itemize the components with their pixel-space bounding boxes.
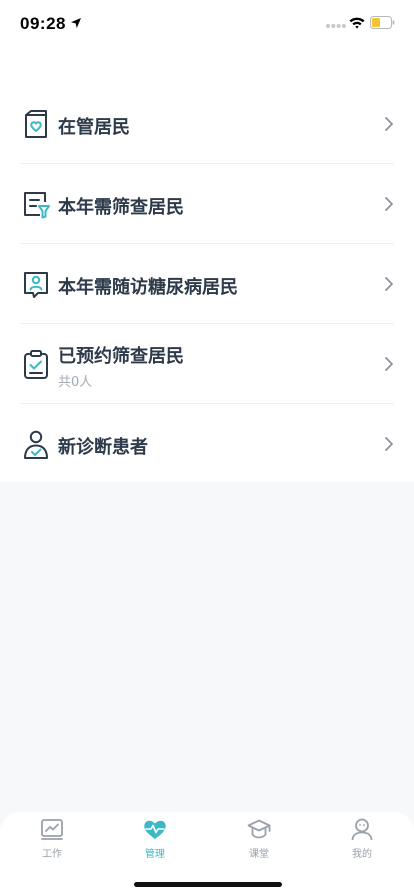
list-item-label: 已预约筛查居民 xyxy=(58,346,184,367)
resident-category-list: 在管居民 本年需筛查居民 本年需随访糖尿病居民 已预约筛查居民 共0人 新诊断患… xyxy=(0,48,414,482)
follow-up-user-icon xyxy=(24,272,48,298)
chevron-right-icon xyxy=(385,437,393,451)
list-item-screening-this-year[interactable]: 本年需筛查居民 xyxy=(20,164,394,244)
chevron-right-icon xyxy=(385,277,393,291)
user-icon xyxy=(351,818,373,840)
chart-icon xyxy=(41,819,63,840)
list-item-count: 共0人 xyxy=(58,375,93,390)
status-time: 09:28 xyxy=(20,14,66,33)
graduation-cap-icon xyxy=(247,819,271,839)
list-item-label: 在管居民 xyxy=(58,117,130,138)
tab-mine[interactable]: 我的 xyxy=(310,818,414,868)
location-arrow-icon xyxy=(71,18,81,28)
resident-card-icon xyxy=(25,110,47,138)
list-item-managed-residents[interactable]: 在管居民 xyxy=(20,84,394,164)
list-item-label: 新诊断患者 xyxy=(58,437,148,458)
screening-filter-icon xyxy=(24,192,50,219)
list-item-label: 本年需筛查居民 xyxy=(58,197,184,218)
tab-label: 我的 xyxy=(352,849,372,860)
signal-icon xyxy=(326,24,346,28)
new-patient-icon xyxy=(24,430,48,459)
chevron-right-icon xyxy=(385,357,393,371)
status-bar: 09:28 xyxy=(0,0,414,48)
heart-pulse-icon xyxy=(144,820,166,839)
tab-label: 课堂 xyxy=(249,849,269,860)
wifi-icon xyxy=(349,17,365,29)
tab-management[interactable]: 管理 xyxy=(103,818,207,868)
tab-label: 工作 xyxy=(42,849,62,860)
tab-label: 管理 xyxy=(145,849,165,860)
clipboard-check-icon xyxy=(24,350,48,379)
chevron-right-icon xyxy=(385,197,393,211)
tab-work[interactable]: 工作 xyxy=(0,818,104,868)
home-indicator xyxy=(134,882,282,887)
battery-icon xyxy=(370,16,395,29)
list-item-newly-diagnosed[interactable]: 新诊断患者 xyxy=(20,404,394,484)
list-item-diabetes-follow-up[interactable]: 本年需随访糖尿病居民 xyxy=(20,244,394,324)
list-item-scheduled-screening[interactable]: 已预约筛查居民 共0人 xyxy=(20,324,394,404)
list-item-label: 本年需随访糖尿病居民 xyxy=(58,277,238,298)
tab-classroom[interactable]: 课堂 xyxy=(207,818,311,868)
chevron-right-icon xyxy=(385,117,393,131)
